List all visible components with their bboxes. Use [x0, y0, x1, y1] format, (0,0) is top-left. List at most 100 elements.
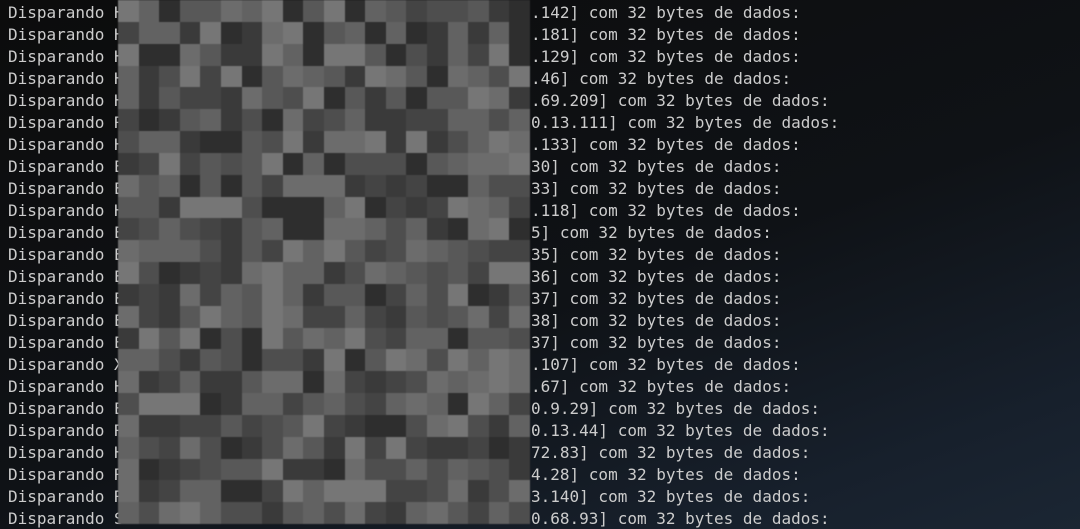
redaction-pixel	[406, 196, 427, 219]
redaction-pixel	[365, 436, 386, 459]
redaction-pixel	[221, 152, 242, 175]
redaction-pixel	[118, 414, 139, 437]
redaction-pixel	[118, 480, 139, 503]
redaction-pixel	[427, 21, 448, 44]
redaction-pixel	[365, 21, 386, 44]
redaction-pixel	[324, 174, 345, 197]
line-suffix: 3.140] com 32 bytes de dados:	[531, 487, 811, 506]
redaction-pixel	[282, 196, 304, 219]
redaction-pixel	[221, 458, 242, 481]
redaction-pixel	[447, 87, 469, 110]
redaction-pixel	[468, 393, 489, 415]
redaction-pixel	[447, 436, 469, 459]
redaction-pixel	[427, 109, 448, 131]
redaction-pixel	[344, 240, 366, 262]
redaction-pixel	[241, 240, 263, 262]
line-prefix: Disparando H	[8, 69, 124, 88]
redaction-pixel	[468, 152, 489, 175]
redaction-pixel	[406, 65, 427, 88]
redaction-pixel	[303, 283, 324, 306]
redaction-pixel	[468, 43, 489, 66]
redaction-pixel	[200, 0, 221, 22]
redaction-pixel	[159, 0, 180, 22]
redaction-pixel	[365, 87, 386, 110]
line-prefix: Disparando E	[8, 223, 124, 242]
redaction-pixel	[406, 87, 427, 110]
redaction-pixel	[427, 196, 448, 219]
redaction-pixel	[138, 240, 160, 262]
terminal-window[interactable]: Disparando H .142] com 32 bytes de dados:…	[0, 0, 1080, 529]
line-prefix: Disparando E	[8, 333, 124, 352]
redaction-pixel	[324, 458, 345, 481]
redaction-pixel	[138, 327, 160, 350]
redaction-pixel	[488, 458, 510, 481]
redaction-pixel	[385, 349, 407, 372]
redaction-pixel	[159, 349, 180, 372]
redaction-pixel	[324, 349, 345, 372]
redaction-pixel	[385, 196, 407, 219]
redaction-pixel	[262, 327, 283, 350]
redaction-pixel	[344, 480, 366, 503]
redaction-pixel	[447, 349, 469, 372]
redaction-pixel	[138, 21, 160, 44]
redaction-pixel	[200, 131, 221, 153]
redaction-pixel	[262, 262, 283, 284]
redaction-pixel	[447, 43, 469, 66]
redaction-pixel	[468, 240, 489, 262]
redaction-pixel	[344, 327, 366, 350]
redaction-pixel	[241, 21, 263, 44]
redaction-pixel	[385, 262, 407, 284]
redaction-pixel	[179, 43, 201, 66]
redaction-pixel	[324, 240, 345, 262]
redaction-pixel	[200, 43, 221, 66]
redaction-pixel	[262, 393, 283, 415]
redaction-pixel	[200, 283, 221, 306]
redaction-pixel	[282, 262, 304, 284]
redaction-pixel	[344, 283, 366, 306]
redaction-pixel	[488, 305, 510, 328]
redaction-pixel	[262, 283, 283, 306]
redaction-pixel	[241, 109, 263, 131]
redaction-pixel	[447, 131, 469, 153]
redaction-pixel	[468, 480, 489, 503]
redaction-pixel	[200, 240, 221, 262]
redaction-pixel	[159, 458, 180, 481]
redaction-pixel	[344, 196, 366, 219]
redaction-pixel	[282, 349, 304, 372]
redaction-pixel	[385, 218, 407, 241]
redaction-pixel	[138, 196, 160, 219]
redaction-pixel	[509, 480, 530, 503]
redaction-pixel	[447, 0, 469, 22]
redaction-pixel	[385, 109, 407, 131]
redaction-pixel	[509, 305, 530, 328]
redaction-pixel	[138, 87, 160, 110]
redaction-pixel	[282, 65, 304, 88]
redaction-pixel	[488, 152, 510, 175]
redaction-pixel	[509, 0, 530, 22]
redaction-pixel	[468, 109, 489, 131]
line-prefix: Disparando S	[8, 509, 124, 528]
redaction-pixel	[344, 87, 366, 110]
redaction-pixel	[200, 414, 221, 437]
redaction-pixel	[365, 65, 386, 88]
redaction-pixel	[241, 349, 263, 372]
redaction-pixel	[324, 305, 345, 328]
redaction-pixel	[282, 21, 304, 44]
redaction-pixel	[344, 131, 366, 153]
redaction-pixel	[118, 131, 139, 153]
redaction-pixel	[303, 458, 324, 481]
redaction-pixel	[447, 109, 469, 131]
line-prefix: Disparando H	[8, 3, 124, 22]
redaction-pixel	[138, 0, 160, 22]
redaction-pixel	[179, 393, 201, 415]
redaction-pixel	[385, 283, 407, 306]
redaction-pixel	[138, 174, 160, 197]
redaction-pixel	[118, 196, 139, 219]
redaction-pixel	[344, 371, 366, 393]
redaction-pixel	[468, 0, 489, 22]
line-suffix: 38] com 32 bytes de dados:	[531, 311, 782, 330]
redaction-pixel	[385, 393, 407, 415]
redaction-pixel	[262, 218, 283, 241]
redaction-pixel	[509, 65, 530, 88]
redaction-pixel	[385, 131, 407, 153]
